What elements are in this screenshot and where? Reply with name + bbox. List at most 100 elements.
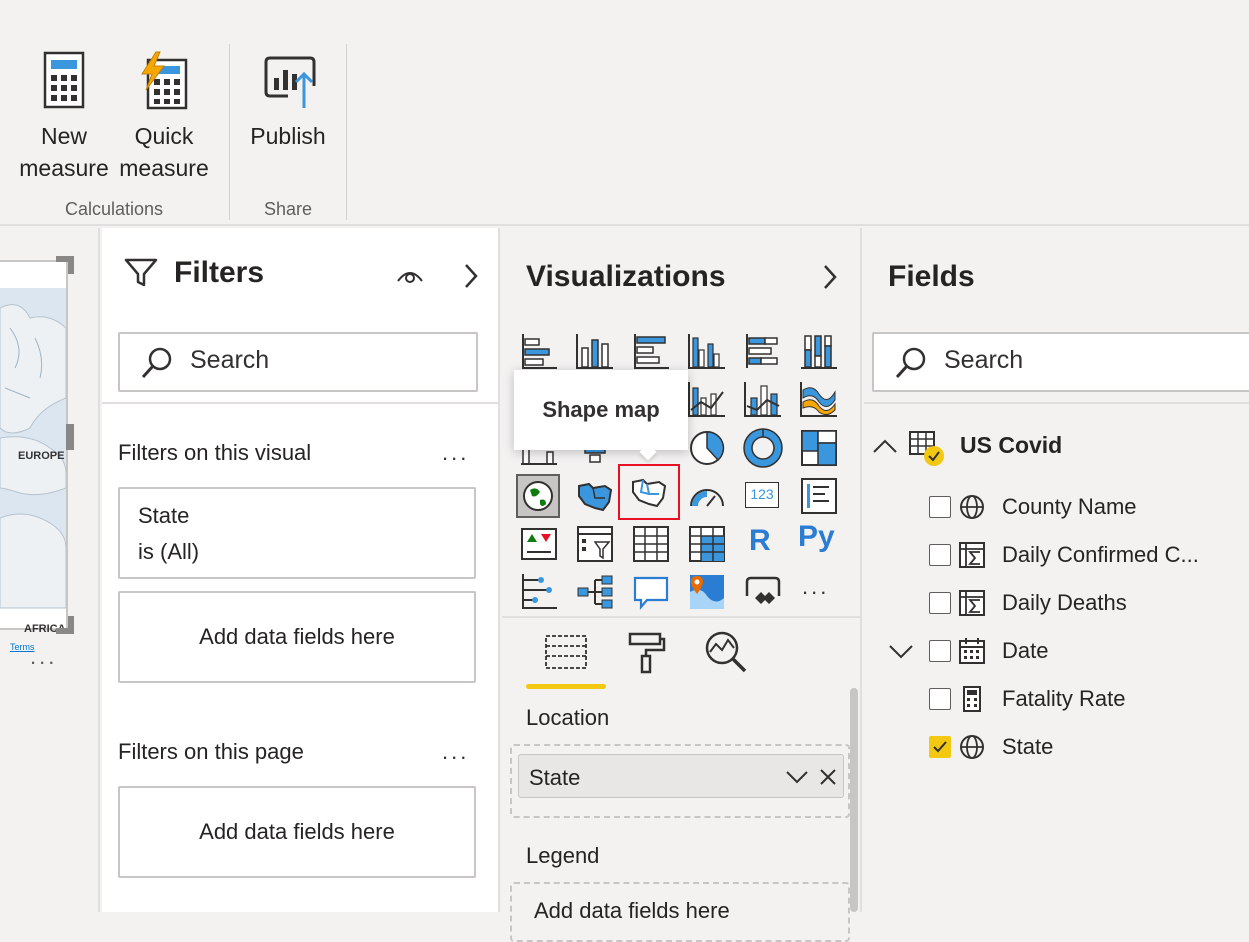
- quick-measure-button[interactable]: Quick measure: [114, 44, 214, 184]
- card-visual-label: 123: [750, 486, 774, 502]
- field-checkbox[interactable]: [929, 544, 951, 566]
- matrix-icon[interactable]: [687, 524, 727, 564]
- map-visual[interactable]: EUROPE AFRICA Terms: [0, 260, 68, 652]
- quick-measure-label: Quick measure: [119, 123, 209, 181]
- field-item-state[interactable]: State: [864, 726, 1249, 770]
- 100-stacked-column-chart-icon[interactable]: [799, 332, 839, 372]
- add-page-filter-dropzone[interactable]: Add data fields here: [118, 786, 476, 878]
- arcgis-map-icon[interactable]: [687, 572, 727, 612]
- power-apps-icon[interactable]: [743, 572, 783, 612]
- location-well: State: [510, 744, 850, 818]
- stacked-bar-chart-icon[interactable]: [519, 332, 559, 372]
- 100-stacked-bar-chart-icon[interactable]: [743, 332, 783, 372]
- divider: [864, 402, 1249, 404]
- visualizations-title: Visualizations: [526, 260, 726, 293]
- legend-placeholder: Add data fields here: [534, 898, 730, 923]
- filters-visual-more-button[interactable]: ...: [442, 440, 469, 466]
- add-visual-filter-dropzone[interactable]: Add data fields here: [118, 591, 476, 683]
- python-visual-button[interactable]: Py: [798, 520, 835, 554]
- slicer-icon[interactable]: [575, 524, 615, 564]
- ribbon-line-column-chart-icon[interactable]: [743, 380, 783, 420]
- filter-card-value: is (All): [138, 539, 200, 564]
- chevron-up-icon[interactable]: [872, 438, 898, 454]
- map-label-europe: EUROPE: [18, 450, 65, 462]
- resize-handle[interactable]: [56, 616, 74, 634]
- field-label: Daily Confirmed C...: [1002, 542, 1199, 567]
- tooltip-text: Shape map: [542, 397, 660, 422]
- ribbon-chart-icon[interactable]: [799, 380, 839, 420]
- field-checkbox[interactable]: [929, 688, 951, 710]
- decomposition-tree-icon[interactable]: [575, 572, 615, 612]
- more-options-button[interactable]: ...: [30, 644, 57, 670]
- checkmark-icon: [933, 741, 947, 753]
- map-visual-button[interactable]: [516, 474, 560, 518]
- sigma-table-icon: [959, 590, 985, 616]
- filter-card-state[interactable]: State is (All): [118, 487, 476, 579]
- field-item-daily-deaths[interactable]: Daily Deaths: [864, 582, 1249, 626]
- donut-chart-icon[interactable]: [743, 428, 783, 468]
- card-visual-button[interactable]: 123: [745, 482, 779, 508]
- globe-map-icon: [523, 481, 553, 511]
- gauge-icon[interactable]: [687, 476, 727, 516]
- field-item-fatality-rate[interactable]: Fatality Rate: [864, 678, 1249, 722]
- new-measure-button[interactable]: New measure: [14, 44, 114, 184]
- fields-tab-icon[interactable]: [544, 632, 588, 672]
- field-item-date[interactable]: Date: [864, 630, 1249, 674]
- field-item-daily-confirmed[interactable]: Daily Confirmed C...: [864, 534, 1249, 578]
- group-separator: [229, 44, 230, 220]
- treemap-icon[interactable]: [799, 428, 839, 468]
- clustered-column-chart-icon[interactable]: [687, 332, 727, 372]
- qa-visual-icon[interactable]: [631, 572, 671, 612]
- field-label: Daily Deaths: [1002, 590, 1127, 615]
- close-icon[interactable]: [819, 768, 837, 786]
- chevron-down-icon[interactable]: [785, 770, 809, 784]
- group-label-calculations: Calculations: [64, 199, 164, 219]
- fields-title: Fields: [888, 260, 975, 293]
- world-map-image: [0, 288, 66, 609]
- search-icon: [895, 347, 926, 379]
- field-checkbox[interactable]: [929, 640, 951, 662]
- resize-handle[interactable]: [66, 424, 74, 450]
- pie-chart-icon[interactable]: [687, 428, 727, 468]
- analytics-tab-icon[interactable]: [704, 630, 748, 674]
- multi-row-card-icon[interactable]: [799, 476, 839, 516]
- field-checkbox-checked[interactable]: [929, 736, 951, 758]
- shape-map-button[interactable]: [618, 464, 680, 520]
- table-icon: [909, 431, 944, 466]
- scrollbar[interactable]: [850, 688, 858, 912]
- format-paint-roller-icon[interactable]: [626, 630, 666, 674]
- collapse-visualizations-icon[interactable]: [822, 264, 838, 290]
- kpi-icon[interactable]: [519, 524, 559, 564]
- stacked-column-chart-icon[interactable]: [575, 332, 615, 372]
- fields-tab-underline: [526, 684, 606, 689]
- filters-on-page-title: Filters on this page: [118, 739, 304, 764]
- chevron-down-icon[interactable]: [888, 644, 914, 660]
- publish-button[interactable]: Publish: [238, 44, 338, 152]
- filters-page-more-button[interactable]: ...: [442, 739, 469, 765]
- more-visuals-button[interactable]: ...: [802, 574, 829, 600]
- eye-icon[interactable]: [396, 267, 424, 285]
- calculator-icon: [43, 51, 85, 109]
- field-label: Fatality Rate: [1002, 686, 1126, 711]
- location-field-pill[interactable]: State: [518, 754, 844, 798]
- globe-icon: [960, 495, 984, 519]
- collapse-filters-icon[interactable]: [463, 263, 479, 289]
- table-node-us-covid[interactable]: US Covid: [864, 424, 1249, 468]
- field-checkbox[interactable]: [929, 592, 951, 614]
- globe-icon: [960, 735, 984, 759]
- key-influencers-icon[interactable]: [519, 572, 559, 612]
- table-icon[interactable]: [631, 524, 671, 564]
- field-checkbox[interactable]: [929, 496, 951, 518]
- filled-map-icon[interactable]: [575, 476, 615, 516]
- legend-well[interactable]: Add data fields here: [510, 882, 850, 942]
- r-script-visual-button[interactable]: R: [749, 524, 771, 558]
- filters-pane: Filters Search Filters on this visual ..…: [102, 228, 500, 912]
- location-field-label: State: [529, 765, 581, 790]
- resize-handle[interactable]: [56, 256, 74, 274]
- filters-search-input[interactable]: Search: [118, 332, 478, 392]
- field-item-county-name[interactable]: County Name: [864, 486, 1249, 530]
- clustered-bar-chart-icon[interactable]: [631, 332, 671, 372]
- fields-search-input[interactable]: Search: [872, 332, 1249, 392]
- line-clustered-column-chart-icon[interactable]: [687, 380, 727, 420]
- calculator-icon: [963, 686, 981, 712]
